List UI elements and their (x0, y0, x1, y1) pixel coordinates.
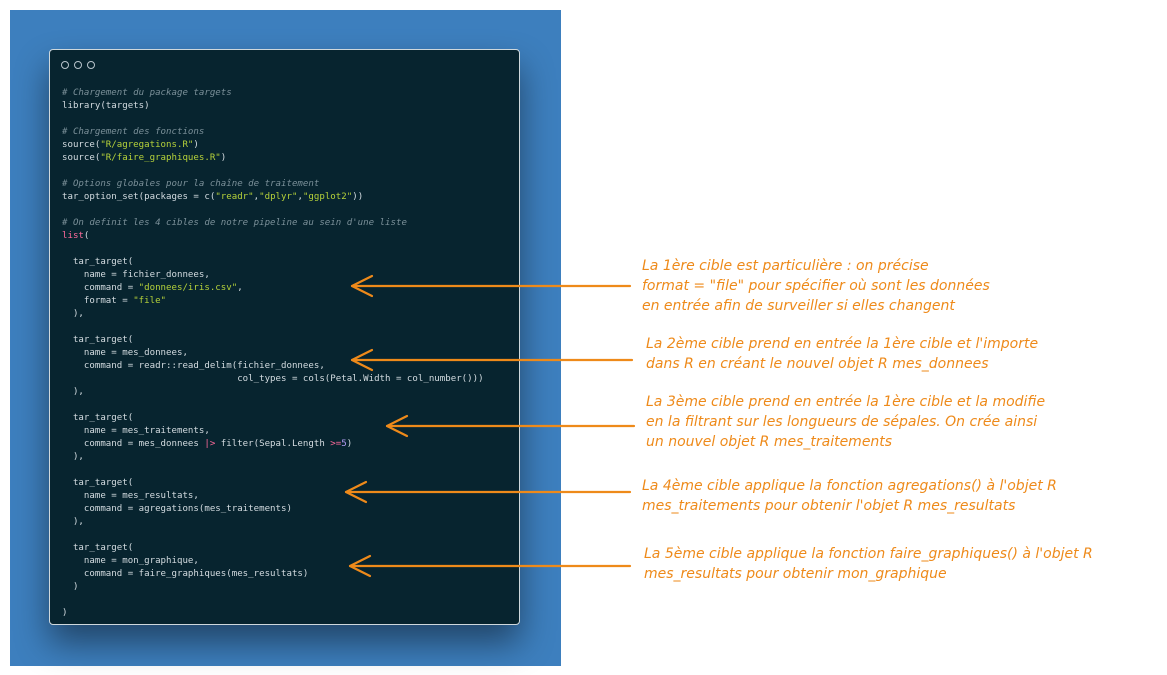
annotation-1: La 1ère cible est particulière : on préc… (642, 258, 990, 314)
annotation-5: La 5ème cible applique la fonction faire… (644, 546, 1093, 582)
annotation-2: La 2ème cible prend en entrée la 1ère ci… (646, 336, 1039, 372)
annotation-3: La 3ème cible prend en entrée la 1ère ci… (646, 394, 1046, 450)
annotation-4: La 4ème cible applique la fonction agreg… (642, 478, 1057, 514)
arrow-icon (350, 274, 632, 298)
arrow-icon (350, 348, 634, 372)
arrow-icon (385, 414, 636, 438)
arrow-icon (344, 480, 632, 504)
arrow-icon (348, 554, 632, 578)
